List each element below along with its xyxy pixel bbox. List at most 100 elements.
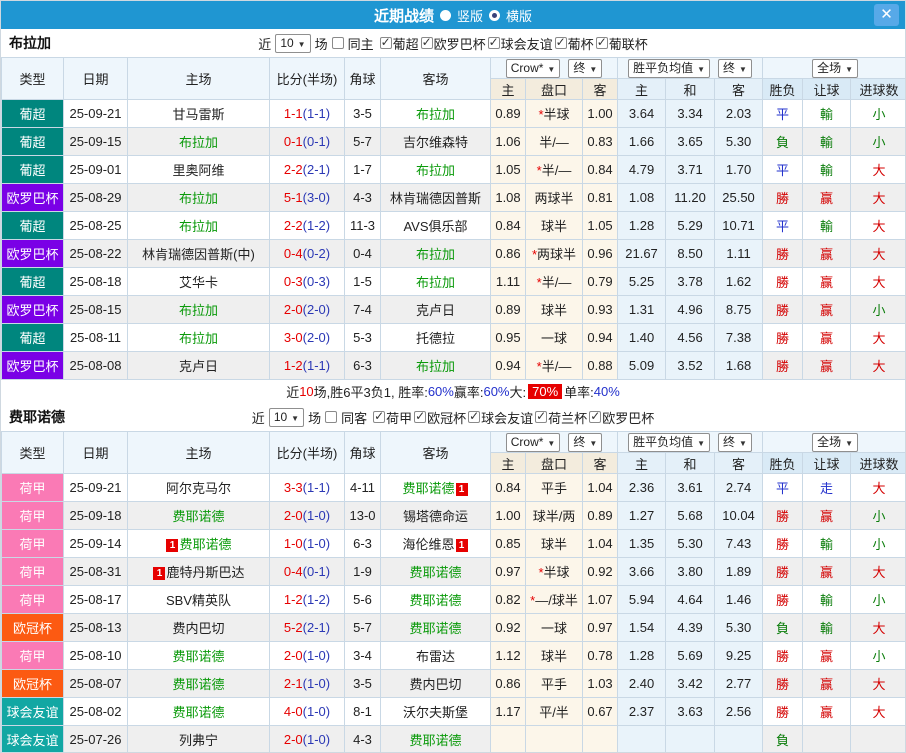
odds-stage-select[interactable]: 终▼ (568, 433, 602, 452)
goals-total-cell: 大 (851, 184, 906, 212)
horizontal-layout-radio[interactable] (489, 10, 500, 21)
score-cell: 2-0(1-0) (270, 642, 345, 670)
handicap-cell: *半/— (526, 156, 583, 184)
league-filter-item: 葡联杯 (596, 34, 648, 53)
away-odds-cell: 0.83 (583, 128, 618, 156)
league-checkbox[interactable] (535, 411, 547, 423)
fulltime-score: 5-2 (284, 620, 303, 635)
away-odds-cell: 0.81 (583, 184, 618, 212)
away-team: 费耶诺德 (381, 558, 491, 586)
avg-stage-select[interactable]: 终▼ (718, 433, 752, 452)
team-label: 列弗宁 (179, 733, 218, 748)
recent-label: 近 (258, 34, 271, 53)
date-cell: 25-08-31 (64, 558, 128, 586)
handicap-result-cell: 輸 (803, 100, 851, 128)
avg-home-cell: 1.28 (618, 642, 666, 670)
avg-away-cell: 2.77 (715, 670, 763, 698)
league-filter-item: 荷甲 (373, 408, 412, 427)
summary-fragment: 单率: (564, 382, 594, 401)
horizontal-layout-label[interactable]: 横版 (506, 6, 532, 25)
avg-draw-cell: 4.39 (666, 614, 715, 642)
team-label: 布拉加 (179, 303, 218, 318)
home-team: 费内巴切 (128, 614, 270, 642)
away-odds-cell: 1.04 (583, 474, 618, 502)
col-result: 胜负 (763, 453, 803, 474)
col-handicap: 盘口 (526, 453, 583, 474)
result-cell: 勝 (763, 240, 803, 268)
avg-home-cell: 2.36 (618, 474, 666, 502)
league-checkbox[interactable] (589, 411, 601, 423)
result-cell: 勝 (763, 698, 803, 726)
avg-home-cell: 1.66 (618, 128, 666, 156)
home-team: 1鹿特丹斯巴达 (128, 558, 270, 586)
avg-draw-cell: 3.42 (666, 670, 715, 698)
score-cell: 3-3(1-1) (270, 474, 345, 502)
col-avg-draw: 和 (666, 79, 715, 100)
matches-table: 类型 日期 主场 比分(半场) 角球 客场 Crow*▼ 终▼ 胜平负均值▼ 终… (1, 57, 906, 380)
league-checkbox-label: 葡超 (393, 34, 419, 53)
match-scope-select[interactable]: 全场▼ (812, 433, 858, 452)
match-scope-select[interactable]: 全场▼ (812, 59, 858, 78)
home-team: SBV精英队 (128, 586, 270, 614)
avg-odds-select[interactable]: 胜平负均值▼ (628, 59, 710, 78)
summary-fragment: 40% (594, 384, 620, 399)
league-filter-group: 荷甲欧冠杯球会友谊荷兰杯欧罗巴杯 (371, 408, 654, 427)
avg-home-cell: 2.37 (618, 698, 666, 726)
away-odds-cell: 1.03 (583, 670, 618, 698)
vertical-layout-label[interactable]: 竖版 (457, 6, 483, 25)
league-filter-item: 荷兰杯 (535, 408, 587, 427)
fulltime-score: 1-1 (284, 106, 303, 121)
vertical-layout-radio[interactable] (440, 10, 451, 21)
close-icon[interactable]: ✕ (874, 4, 899, 26)
same-venue-checkbox[interactable] (332, 37, 344, 49)
avg-draw-cell: 11.20 (666, 184, 715, 212)
result-cell: 勝 (763, 502, 803, 530)
summary-fragment: 场,胜6平3负1, 胜率: (314, 382, 428, 401)
fulltime-score: 2-0 (284, 648, 303, 663)
avg-stage-select[interactable]: 终▼ (718, 59, 752, 78)
avg-away-cell: 1.89 (715, 558, 763, 586)
panel-title: 近期战绩 (374, 5, 434, 26)
col-odds-away: 客 (583, 453, 618, 474)
league-checkbox[interactable] (421, 37, 433, 49)
away-odds-cell: 1.05 (583, 212, 618, 240)
away-odds-cell: 0.89 (583, 502, 618, 530)
team-label: 费耶诺德 (172, 649, 224, 664)
handicap-result-cell: 赢 (803, 240, 851, 268)
avg-away-cell: 2.56 (715, 698, 763, 726)
recent-count-select[interactable]: 10▼ (275, 34, 310, 53)
halftime-score: (1-1) (303, 106, 330, 121)
odds-stage-select[interactable]: 终▼ (568, 59, 602, 78)
summary-fragment: 60% (483, 384, 509, 399)
league-checkbox[interactable] (596, 37, 608, 49)
league-checkbox[interactable] (488, 37, 500, 49)
avg-away-cell: 1.11 (715, 240, 763, 268)
league-checkbox[interactable] (468, 411, 480, 423)
league-checkbox[interactable] (555, 37, 567, 49)
avg-draw-cell: 3.65 (666, 128, 715, 156)
bookmaker-select[interactable]: Crow*▼ (506, 433, 561, 452)
col-handicap-result: 让球 (803, 453, 851, 474)
handicap-cell: 平手 (526, 474, 583, 502)
bookmaker-select[interactable]: Crow*▼ (506, 59, 561, 78)
league-checkbox[interactable] (414, 411, 426, 423)
avg-home-cell: 1.08 (618, 184, 666, 212)
away-team: 布拉加 (381, 100, 491, 128)
team-label: 海伦维恩 (402, 537, 454, 552)
league-cell: 欧冠杯 (2, 614, 64, 642)
same-venue-checkbox[interactable] (325, 411, 337, 423)
chevron-down-icon: ▼ (739, 65, 747, 74)
avg-draw-cell: 8.50 (666, 240, 715, 268)
halftime-score: (2-0) (303, 302, 330, 317)
avg-draw-cell: 5.68 (666, 502, 715, 530)
league-checkbox[interactable] (373, 411, 385, 423)
handicap-result-cell: 赢 (803, 268, 851, 296)
avg-odds-select[interactable]: 胜平负均值▼ (628, 433, 710, 452)
home-odds-cell: 1.11 (491, 268, 526, 296)
col-date: 日期 (64, 432, 128, 474)
corners-cell: 3-5 (345, 100, 381, 128)
league-checkbox[interactable] (380, 37, 392, 49)
halftime-score: (2-0) (303, 330, 330, 345)
halftime-score: (2-1) (303, 620, 330, 635)
recent-count-select[interactable]: 10▼ (269, 408, 304, 427)
